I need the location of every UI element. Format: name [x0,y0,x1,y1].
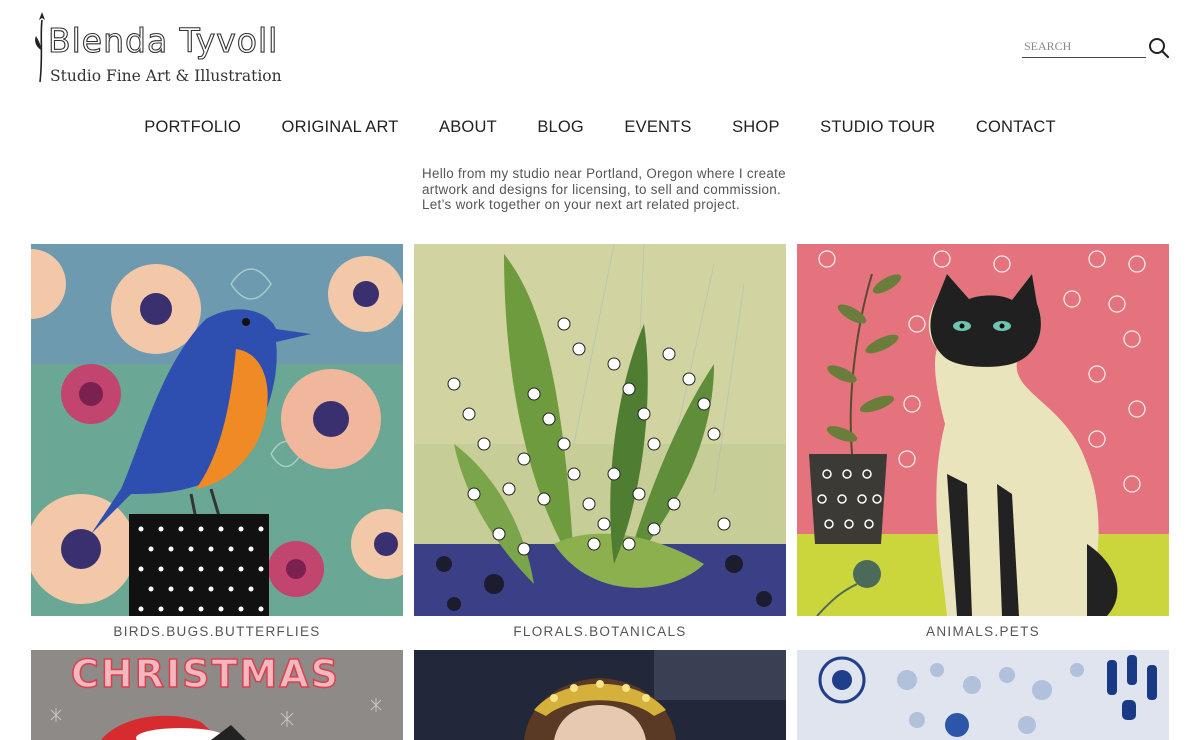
search-button[interactable] [1148,37,1170,59]
tile-caption-birds[interactable]: BIRDS.BUGS.BUTTERFLIES [31,624,403,639]
lily-of-the-valley-artwork-image [414,244,786,616]
search-form [1022,36,1172,62]
nav-events[interactable]: EVENTS [624,118,691,137]
logo-title: Blenda Tyvoll [47,21,279,60]
tile-caption-animals[interactable]: ANIMALS.PETS [797,624,1169,639]
nav-portfolio[interactable]: PORTFOLIO [144,118,241,137]
nav-contact[interactable]: CONTACT [976,118,1056,137]
nav-original-art[interactable]: ORIGINAL ART [282,118,399,137]
nav-studio-tour[interactable]: STUDIO TOUR [820,118,935,137]
logo-subtitle: Studio Fine Art & Illustration [50,67,282,85]
cat-artwork-image [797,244,1169,616]
intro-text: Hello from my studio near Portland, Oreg… [422,166,786,212]
tile-caption-florals[interactable]: FLORALS.BOTANICALS [414,624,786,639]
nav-blog[interactable]: BLOG [537,118,584,137]
bird-artwork-image [31,244,403,616]
search-input[interactable] [1022,36,1146,58]
main-nav: PORTFOLIO ORIGINAL ART ABOUT BLOG EVENTS… [0,118,1200,137]
crowned-portrait-artwork-image [414,650,786,740]
search-icon [1149,38,1170,59]
gallery-tile-portrait[interactable] [414,650,786,740]
nav-about[interactable]: ABOUT [439,118,497,137]
site-logo[interactable]: Blenda Tyvoll Studio Fine Art & Illustra… [32,10,282,88]
christmas-banner-text: CHRISTMAS [70,651,340,697]
gallery-tile-blue-pattern[interactable] [797,650,1169,740]
blue-folk-pattern-artwork-image [797,650,1169,740]
gallery-tile-christmas[interactable]: CHRISTMAS [31,650,403,740]
nav-shop[interactable]: SHOP [732,118,780,137]
